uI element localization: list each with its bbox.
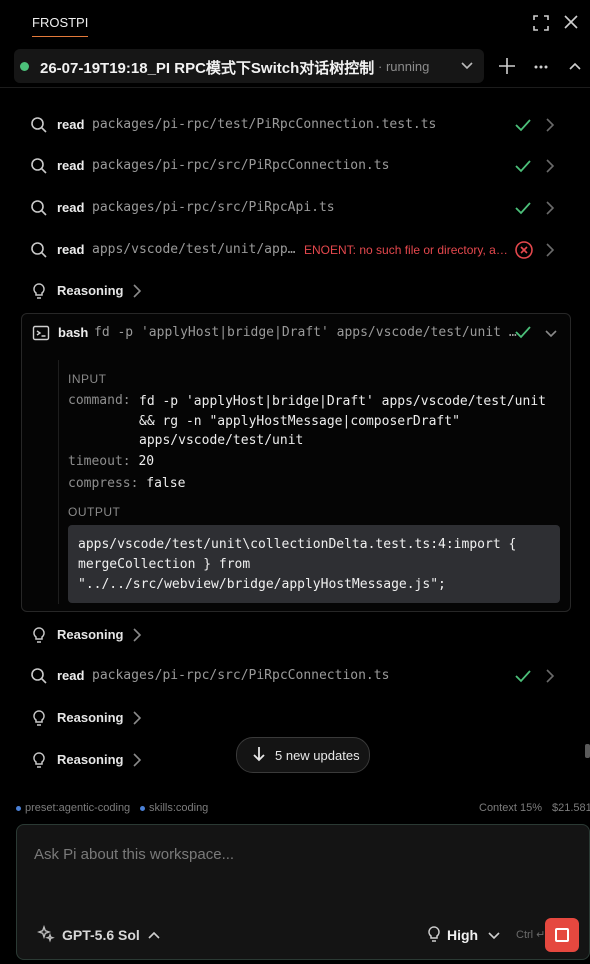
model-selector[interactable]: GPT-5.6 Sol: [62, 927, 140, 943]
tool-path: packages/pi-rpc/src/PiRpcApi.ts: [92, 200, 335, 215]
app-tab[interactable]: FROSTPI: [32, 10, 89, 37]
check-icon: [514, 668, 532, 684]
chevron-right-icon[interactable]: [132, 753, 142, 767]
tool-path: packages/pi-rpc/src/PiRpcConnection.ts: [92, 158, 390, 173]
new-session-icon[interactable]: [498, 57, 516, 75]
check-icon: [514, 200, 532, 216]
tool-row-read[interactable]: read packages/pi-rpc/src/PiRpcConnection…: [30, 664, 560, 688]
lightbulb-icon: [30, 282, 48, 300]
tool-name: read: [57, 668, 85, 683]
search-icon: [30, 199, 48, 217]
chevron-right-icon[interactable]: [545, 201, 555, 215]
shortcut-hint: Ctrl ↵: [516, 929, 546, 941]
scrollbar[interactable]: [585, 744, 590, 758]
search-icon: [30, 241, 48, 259]
chevron-right-icon[interactable]: [132, 284, 142, 298]
thinking-level-selector[interactable]: High: [447, 927, 478, 943]
chevron-right-icon[interactable]: [545, 159, 555, 173]
output-label: OUTPUT: [68, 505, 121, 519]
expand-icon[interactable]: [532, 14, 550, 32]
tool-path: packages/pi-rpc/test/PiRpcConnection.tes…: [92, 117, 437, 132]
tool-row-read[interactable]: read packages/pi-rpc/src/PiRpcConnection…: [30, 154, 560, 178]
lightbulb-icon: [30, 626, 48, 644]
arrow-down-icon: [252, 746, 266, 762]
chevron-up-icon[interactable]: [147, 928, 161, 942]
more-icon[interactable]: [533, 59, 549, 75]
check-icon: [514, 117, 532, 133]
reasoning-label: Reasoning: [57, 752, 124, 767]
search-icon: [30, 667, 48, 685]
session-title: 26-07-19T19:18_PI RPC模式下Switch对话树控制: [40, 60, 375, 77]
error-icon: [514, 240, 534, 260]
lightbulb-icon: [30, 751, 48, 769]
command-value: fd -p 'applyHost|bridge|Draft' apps/vsco…: [139, 394, 546, 448]
skills-label[interactable]: skills:coding: [149, 802, 208, 814]
stop-icon: [555, 928, 569, 942]
composer-input[interactable]: Ask Pi about this workspace...: [34, 846, 234, 863]
session-status-dot: [20, 62, 29, 71]
terminal-icon: [32, 324, 50, 342]
preset-label[interactable]: preset:agentic-coding: [25, 802, 130, 814]
error-message: ENOENT: no such file or directory, a…: [304, 243, 508, 257]
reasoning-row[interactable]: Reasoning: [30, 623, 560, 647]
new-updates-label: 5 new updates: [275, 748, 360, 763]
reasoning-row[interactable]: Reasoning: [30, 279, 560, 303]
divider: [0, 87, 590, 88]
search-icon: [30, 157, 48, 175]
check-icon: [514, 158, 532, 174]
tool-path: packages/pi-rpc/src/PiRpcConnection.ts: [92, 668, 390, 683]
tool-name: read: [57, 200, 85, 215]
divider: [58, 360, 59, 604]
output-block: apps/vscode/test/unit\collectionDelta.te…: [68, 525, 560, 603]
sparkle-icon: [37, 925, 55, 943]
check-icon: [514, 324, 532, 340]
chevron-down-icon[interactable]: [544, 326, 558, 340]
tool-name: read: [57, 117, 85, 132]
composer[interactable]: Ask Pi about this workspace... GPT-5.6 S…: [16, 824, 590, 960]
chevron-right-icon[interactable]: [545, 243, 555, 257]
new-updates-button[interactable]: 5 new updates: [236, 737, 370, 773]
chevron-right-icon[interactable]: [132, 711, 142, 725]
collapse-icon[interactable]: [568, 59, 582, 73]
input-label: INPUT: [68, 372, 107, 386]
reasoning-row[interactable]: Reasoning: [30, 706, 560, 730]
status-line: preset:agentic-coding skills:coding Cont…: [0, 800, 590, 818]
bash-tool-card: bash fd -p 'applyHost|bridge|Draft' apps…: [21, 313, 571, 612]
session-status: · running: [378, 59, 430, 74]
reasoning-label: Reasoning: [57, 710, 124, 725]
reasoning-label: Reasoning: [57, 627, 124, 642]
bash-summary[interactable]: fd -p 'applyHost|bridge|Draft' apps/vsco…: [94, 325, 517, 340]
chevron-right-icon[interactable]: [132, 628, 142, 642]
stop-button[interactable]: [545, 918, 579, 952]
tool-name: bash: [58, 325, 89, 340]
timeout-field: timeout: 20: [68, 454, 155, 469]
close-icon[interactable]: [563, 14, 581, 32]
tool-name: read: [57, 158, 85, 173]
tool-path: apps/vscode/test/unit/app…: [92, 242, 296, 257]
compress-field: compress: false: [68, 476, 186, 491]
context-usage: Context 15%: [479, 802, 542, 814]
chevron-right-icon[interactable]: [545, 118, 555, 132]
session-selector[interactable]: 26-07-19T19:18_PI RPC模式下Switch对话树控制 · ru…: [14, 49, 484, 83]
command-key: command:: [68, 393, 131, 408]
lightbulb-icon: [425, 925, 443, 943]
search-icon: [30, 116, 48, 134]
chevron-right-icon[interactable]: [545, 669, 555, 683]
tool-row-read[interactable]: read packages/pi-rpc/test/PiRpcConnectio…: [30, 113, 560, 137]
tool-row-read-error[interactable]: read apps/vscode/test/unit/app… ENOENT: …: [30, 238, 560, 262]
lightbulb-icon: [30, 709, 48, 727]
preset-dot: [16, 806, 21, 811]
tool-name: read: [57, 242, 85, 257]
chevron-down-icon[interactable]: [460, 58, 474, 72]
tool-row-read[interactable]: read packages/pi-rpc/src/PiRpcApi.ts: [30, 196, 560, 220]
chevron-down-icon[interactable]: [487, 928, 501, 942]
top-bar: FROSTPI: [0, 0, 590, 46]
reasoning-label: Reasoning: [57, 283, 124, 298]
skills-dot: [140, 806, 145, 811]
session-cost: $21.581: [552, 802, 590, 814]
